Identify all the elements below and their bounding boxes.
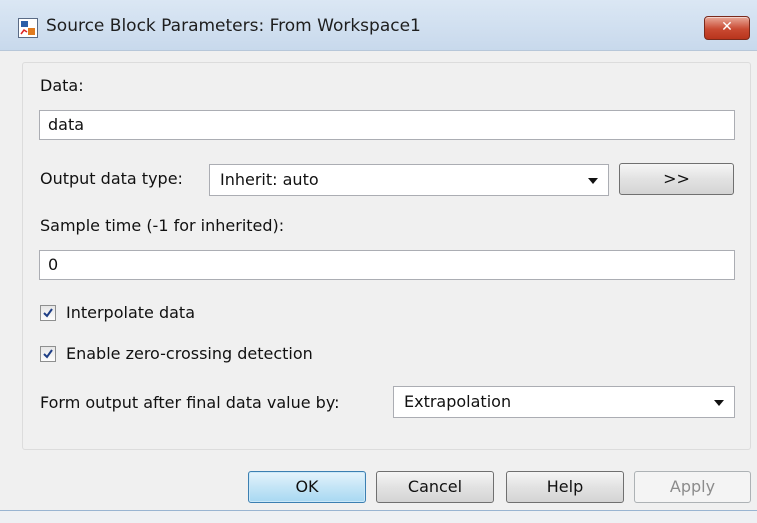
data-input[interactable]: data <box>39 110 735 140</box>
dialog-window: Source Block Parameters: From Workspace1… <box>0 0 757 523</box>
sample-time-input[interactable]: 0 <box>39 250 735 280</box>
output-data-type-value: Inherit: auto <box>220 170 319 189</box>
form-output-label: Form output after final data value by: <box>40 393 340 412</box>
zero-crossing-checkbox[interactable] <box>40 346 56 362</box>
sample-time-label: Sample time (-1 for inherited): <box>40 216 285 235</box>
help-button[interactable]: Help <box>506 471 624 503</box>
data-type-assistant-button[interactable]: >> <box>619 163 734 195</box>
ok-button[interactable]: OK <box>248 471 366 503</box>
interpolate-checkbox[interactable] <box>40 305 56 321</box>
form-output-select[interactable]: Extrapolation <box>393 386 735 418</box>
output-data-type-select[interactable]: Inherit: auto <box>209 164 609 196</box>
data-label: Data: <box>40 76 84 95</box>
checkmark-icon <box>43 349 53 359</box>
chevron-down-icon <box>714 400 724 406</box>
title-bar[interactable]: Source Block Parameters: From Workspace1… <box>0 0 757 51</box>
interpolate-label: Interpolate data <box>66 303 195 322</box>
cancel-button[interactable]: Cancel <box>376 471 494 503</box>
close-button[interactable]: ✕ <box>704 16 750 40</box>
form-output-value: Extrapolation <box>404 392 512 411</box>
chevron-down-icon <box>588 178 598 184</box>
output-data-type-label: Output data type: <box>40 169 183 188</box>
zero-crossing-label: Enable zero-crossing detection <box>66 344 313 363</box>
checkmark-icon <box>43 308 53 318</box>
window-title: Source Block Parameters: From Workspace1 <box>46 16 421 36</box>
apply-button[interactable]: Apply <box>634 471 751 503</box>
window-bottom-edge <box>0 510 757 523</box>
simulink-block-icon <box>18 18 38 38</box>
close-icon: ✕ <box>721 19 733 35</box>
